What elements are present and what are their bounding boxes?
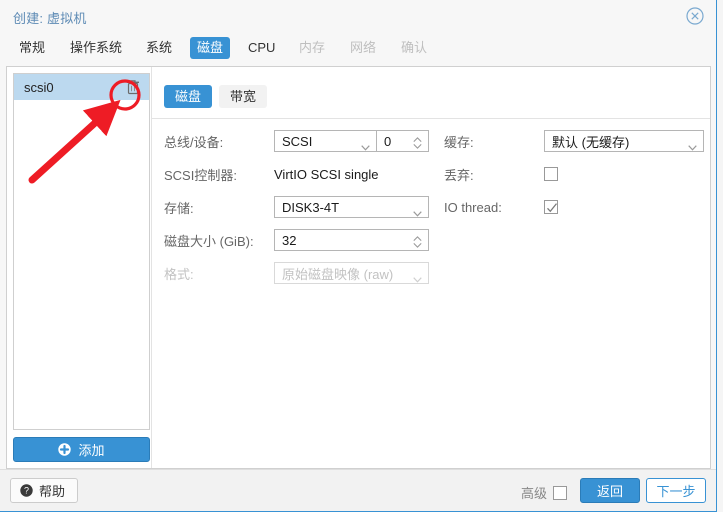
trash-icon[interactable] [126, 79, 140, 95]
cache-label: 缓存: [444, 134, 474, 150]
subtab-separator [152, 118, 710, 119]
list-item[interactable]: scsi0 [14, 74, 149, 100]
advanced-toggle[interactable]: 高级 [521, 483, 567, 502]
cache-select[interactable]: 默认 (无缓存) [544, 130, 704, 152]
device-name-label: scsi0 [24, 79, 54, 95]
form-column-left: 总线/设备: SCSI 0 SCSI控制器: VirtIO SCSI singl… [164, 127, 444, 292]
create-vm-dialog: 创建: 虚拟机 常规 操作系统 系统 磁盘 CPU 内存 网络 确认 scsi0… [0, 0, 717, 512]
help-label: 帮助 [39, 484, 66, 499]
help-button[interactable]: ? 帮助 [10, 478, 79, 503]
tab-os[interactable]: 操作系统 [63, 37, 129, 59]
field-bus-device: 总线/设备: SCSI 0 [164, 127, 444, 155]
field-disk-size: 磁盘大小 (GiB): 32 [164, 226, 444, 254]
tab-disks[interactable]: 磁盘 [190, 37, 231, 59]
stepper-arrows-icon[interactable] [413, 136, 422, 149]
format-label: 格式: [164, 266, 194, 282]
close-icon[interactable] [686, 7, 704, 25]
format-select-value: 原始磁盘映像 (raw) [282, 266, 394, 282]
stepper-arrows-icon[interactable] [413, 235, 422, 248]
advanced-checkbox[interactable] [553, 485, 567, 500]
field-cache: 缓存: 默认 (无缓存) [444, 127, 714, 155]
subtab-disk[interactable]: 磁盘 [164, 85, 213, 108]
field-scsi-controller: SCSI控制器: VirtIO SCSI single [164, 160, 444, 188]
add-disk-label: 添加 [78, 443, 105, 458]
disk-form-pane: 磁盘 带宽 总线/设备: SCSI 0 SCSI控制器: VirtIO SCSI… [151, 67, 710, 468]
discard-checkbox[interactable] [544, 167, 558, 181]
tab-general[interactable]: 常规 [12, 37, 52, 59]
bus-device-label: 总线/设备: [164, 134, 224, 150]
dialog-titlebar: 创建: 虚拟机 [0, 0, 716, 33]
device-index-stepper[interactable]: 0 [377, 130, 429, 152]
io-thread-checkbox[interactable] [544, 200, 558, 214]
chevron-down-icon [413, 270, 422, 283]
question-circle-icon: ? [20, 484, 33, 497]
screenshot-root: 创建: 虚拟机 常规 操作系统 系统 磁盘 CPU 内存 网络 确认 scsi0… [0, 0, 723, 512]
field-format: 格式: 原始磁盘映像 (raw) [164, 259, 444, 287]
chevron-down-icon [361, 138, 370, 151]
storage-select-value: DISK3-4T [282, 199, 340, 215]
storage-select[interactable]: DISK3-4T [274, 196, 429, 218]
bus-select[interactable]: SCSI [274, 130, 377, 152]
form-column-right: 缓存: 默认 (无缓存) 丢弃: IO thread: [444, 127, 714, 226]
field-storage: 存储: DISK3-4T [164, 193, 444, 221]
cache-select-value: 默认 (无缓存) [552, 134, 630, 150]
next-button[interactable]: 下一步 [646, 478, 706, 503]
bus-select-value: SCSI [282, 133, 313, 149]
discard-label: 丢弃: [444, 167, 474, 183]
check-icon [546, 201, 558, 213]
back-button[interactable]: 返回 [580, 478, 640, 503]
dialog-title: 创建: 虚拟机 [13, 11, 87, 26]
advanced-label: 高级 [520, 486, 547, 501]
svg-text:?: ? [24, 486, 29, 496]
tab-network: 网络 [350, 40, 377, 55]
disk-size-value: 32 [282, 232, 297, 248]
tab-confirm: 确认 [401, 40, 428, 55]
device-list: scsi0 [13, 73, 150, 430]
storage-label: 存储: [164, 200, 194, 216]
scsi-controller-value: VirtIO SCSI single [274, 166, 379, 182]
wizard-tab-strip: 常规 操作系统 系统 磁盘 CPU 内存 网络 确认 [0, 33, 716, 65]
disk-size-stepper[interactable]: 32 [274, 229, 429, 251]
chevron-down-icon [413, 204, 422, 217]
tab-cpu[interactable]: CPU [241, 37, 282, 59]
format-select: 原始磁盘映像 (raw) [274, 262, 429, 284]
scsi-controller-label: SCSI控制器: [164, 167, 237, 183]
disk-subtab-strip: 磁盘 带宽 [164, 85, 268, 108]
device-index-value: 0 [384, 133, 392, 149]
dialog-footer: ? 帮助 高级 返回 下一步 [0, 469, 716, 511]
subtab-bandwidth[interactable]: 带宽 [219, 85, 268, 108]
io-thread-label: IO thread: [444, 199, 502, 215]
dialog-body: scsi0 添加 磁盘 带宽 总线/设备: SCSI 0 SCSI控制器: Vi… [6, 66, 711, 469]
tab-memory: 内存 [299, 40, 326, 55]
tab-system[interactable]: 系统 [139, 37, 179, 59]
plus-circle-icon [58, 443, 72, 456]
field-io-thread: IO thread: [444, 193, 714, 221]
field-discard: 丢弃: [444, 160, 714, 188]
chevron-down-icon [688, 138, 697, 151]
add-disk-button[interactable]: 添加 [13, 437, 150, 462]
disk-size-label: 磁盘大小 (GiB): [164, 233, 254, 249]
